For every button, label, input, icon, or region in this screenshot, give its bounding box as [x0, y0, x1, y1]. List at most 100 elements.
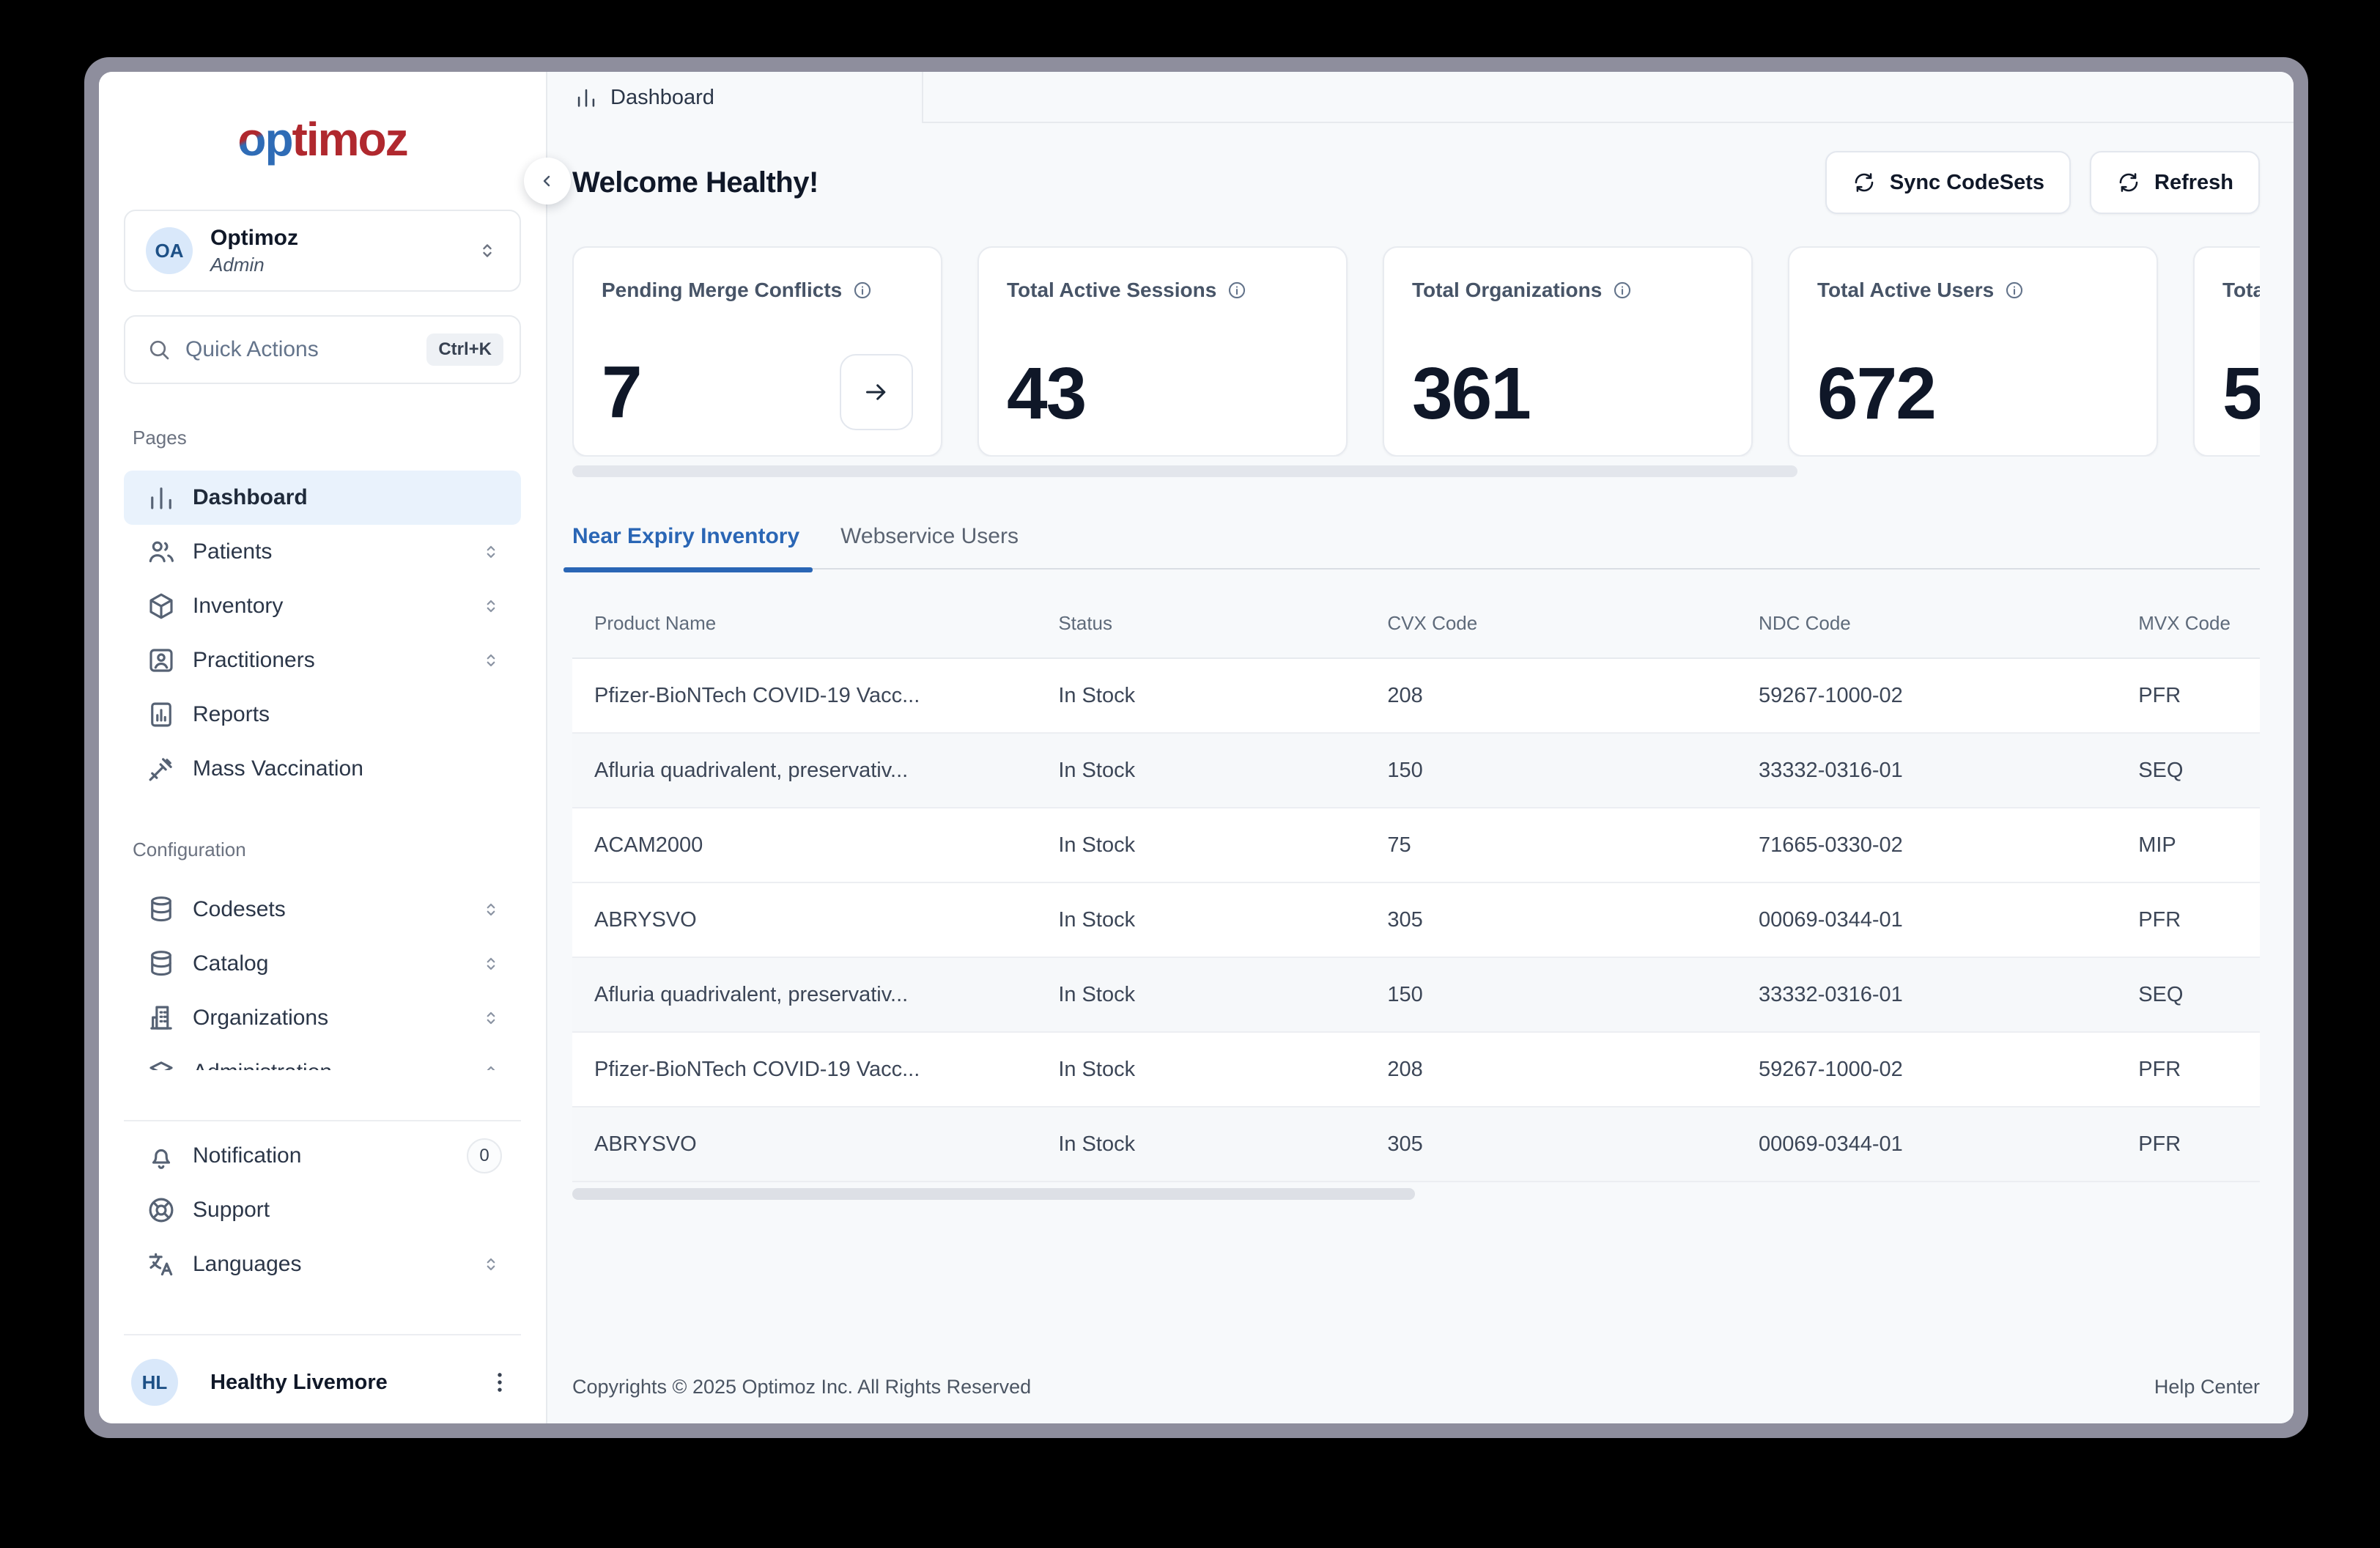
- page-header: Welcome Healthy! Sync CodeSets Refresh: [572, 151, 2260, 214]
- stat-value: 672: [1817, 357, 1935, 430]
- info-icon[interactable]: [1227, 280, 1247, 301]
- sidebar-item[interactable]: Patients: [124, 525, 521, 579]
- tab-bar: Dashboard: [547, 72, 2294, 123]
- stat-value: 5,: [2222, 357, 2260, 430]
- lifebuoy-icon: [146, 1195, 177, 1226]
- table-row[interactable]: Afluria quadrivalent, preservativ... In …: [572, 958, 2260, 1033]
- sidebar-footer-nav: Notification 0 Support: [124, 1129, 521, 1291]
- table-row[interactable]: ACAM2000 In Stock 75 71665-0330-02 MIP: [572, 808, 2260, 883]
- sidebar-item-label: Codesets: [193, 897, 464, 922]
- quick-actions-search[interactable]: Quick Actions Ctrl+K: [124, 315, 521, 384]
- divider: [124, 1120, 521, 1121]
- stat-value: 7: [602, 355, 641, 429]
- sidebar-bottom: Notification 0 Support: [99, 1070, 546, 1423]
- dashboard-content: Welcome Healthy! Sync CodeSets Refresh: [547, 123, 2294, 1423]
- column-header: Status: [1036, 612, 1365, 635]
- sidebar-item[interactable]: Organizations: [124, 991, 521, 1045]
- cell-cvx-code: 305: [1365, 1132, 1737, 1157]
- user-name: Healthy Livemore: [210, 1371, 454, 1395]
- table-row[interactable]: ABRYSVO In Stock 305 00069-0344-01 PFR: [572, 883, 2260, 958]
- app-window-content: optimoz OA Optimoz Admin Quick Actions C…: [99, 72, 2294, 1423]
- table-row[interactable]: Afluria quadrivalent, preservativ... In …: [572, 734, 2260, 808]
- sidebar-item-label: Catalog: [193, 951, 464, 976]
- stat-label: Tota: [2222, 279, 2260, 302]
- users-icon: [146, 537, 177, 567]
- header-action-button[interactable]: Sync CodeSets: [1825, 151, 2071, 214]
- sidebar-item[interactable]: Catalog: [124, 937, 521, 991]
- column-header: CVX Code: [1365, 612, 1737, 635]
- help-center-link[interactable]: Help Center: [2154, 1376, 2260, 1398]
- sidebar-item[interactable]: Administration: [124, 1045, 521, 1070]
- view-merge-conflicts-button[interactable]: [840, 354, 913, 430]
- stat-card-body: 5,: [2222, 357, 2260, 430]
- stat-card: Total Organizations 361: [1383, 246, 1753, 457]
- sidebar-item[interactable]: Dashboard: [124, 471, 521, 525]
- kebab-menu-icon[interactable]: [486, 1368, 514, 1396]
- logo-letters: timoz: [292, 113, 407, 166]
- stat-card: Pending Merge Conflicts 7: [572, 246, 942, 457]
- sync-icon: [1852, 170, 1877, 195]
- cell-ndc-code: 33332-0316-01: [1737, 983, 2116, 1007]
- sidebar-item[interactable]: Practitioners: [124, 633, 521, 688]
- workspace-text: Optimoz Admin: [210, 226, 458, 276]
- scrollbar-thumb[interactable]: [572, 465, 1797, 477]
- stat-label: Total Active Sessions: [1007, 279, 1216, 302]
- stat-card: Tota 5,: [2193, 246, 2260, 457]
- header-action-button[interactable]: Refresh: [2090, 151, 2260, 214]
- cell-status: In Stock: [1036, 833, 1365, 858]
- cell-status: In Stock: [1036, 1132, 1365, 1157]
- table-row[interactable]: Pfizer-BioNTech COVID-19 Vacc... In Stoc…: [572, 1033, 2260, 1107]
- sync-icon: [2116, 170, 2141, 195]
- cell-status: In Stock: [1036, 908, 1365, 932]
- tab-dashboard[interactable]: Dashboard: [547, 72, 922, 123]
- sidebar-nav-area: optimoz OA Optimoz Admin Quick Actions C…: [99, 72, 546, 1070]
- stat-card-body: 361: [1412, 357, 1723, 430]
- user-menu[interactable]: HL Healthy Livemore: [124, 1352, 521, 1413]
- cell-product-name: Afluria quadrivalent, preservativ...: [572, 983, 1036, 1007]
- workspace-selector[interactable]: OA Optimoz Admin: [124, 210, 521, 292]
- sidebar-collapse-button[interactable]: [524, 158, 571, 204]
- cell-product-name: ABRYSVO: [572, 908, 1036, 932]
- notification-badge: 0: [467, 1138, 502, 1173]
- table-scrollbar[interactable]: [572, 1188, 2260, 1200]
- cell-mvx-code: PFR: [2116, 1132, 2260, 1157]
- cell-product-name: Afluria quadrivalent, preservativ...: [572, 759, 1036, 783]
- page-title: Welcome Healthy!: [572, 166, 818, 199]
- workspace-name: Optimoz: [210, 226, 458, 251]
- shortcut-badge: Ctrl+K: [426, 333, 503, 366]
- cell-status: In Stock: [1036, 983, 1365, 1007]
- table-row[interactable]: ABRYSVO In Stock 305 00069-0344-01 PFR: [572, 1107, 2260, 1182]
- cell-ndc-code: 00069-0344-01: [1737, 908, 2116, 932]
- sidebar-item[interactable]: Inventory: [124, 579, 521, 633]
- building-icon: [146, 1003, 177, 1033]
- sidebar-footer-item[interactable]: Support: [124, 1183, 521, 1237]
- cell-mvx-code: SEQ: [2116, 759, 2260, 783]
- cell-product-name: ACAM2000: [572, 833, 1036, 858]
- sidebar-footer-item[interactable]: Notification 0: [124, 1129, 521, 1183]
- sidebar-item[interactable]: Reports: [124, 688, 521, 742]
- syringe-icon: [146, 753, 177, 784]
- info-icon[interactable]: [852, 280, 873, 301]
- sidebar-footer-item[interactable]: Languages: [124, 1237, 521, 1291]
- stat-cards-scrollbar[interactable]: [572, 465, 2260, 477]
- stat-card: Total Active Sessions 43: [978, 246, 1348, 457]
- content-tab[interactable]: Near Expiry Inventory: [572, 524, 799, 549]
- column-header: MVX Code: [2116, 612, 2260, 635]
- sidebar-item[interactable]: Mass Vaccination: [124, 742, 521, 796]
- stat-card-body: 672: [1817, 357, 2129, 430]
- table-row[interactable]: Pfizer-BioNTech COVID-19 Vacc... In Stoc…: [572, 659, 2260, 734]
- info-icon[interactable]: [1612, 280, 1633, 301]
- cell-product-name: ABRYSVO: [572, 1132, 1036, 1157]
- scrollbar-thumb[interactable]: [572, 1188, 1415, 1200]
- content-tab[interactable]: Webservice Users: [840, 524, 1019, 549]
- cell-ndc-code: 59267-1000-02: [1737, 1058, 2116, 1082]
- search-icon: [146, 336, 172, 363]
- sidebar-item[interactable]: Codesets: [124, 882, 521, 937]
- cell-ndc-code: 33332-0316-01: [1737, 759, 2116, 783]
- cell-ndc-code: 59267-1000-02: [1737, 684, 2116, 708]
- workspace-avatar: OA: [146, 227, 193, 274]
- info-icon[interactable]: [2004, 280, 2025, 301]
- tab-label: Dashboard: [610, 86, 714, 110]
- arrow-right-icon: [862, 377, 891, 407]
- stat-cards-row: Pending Merge Conflicts 7: [572, 246, 2260, 457]
